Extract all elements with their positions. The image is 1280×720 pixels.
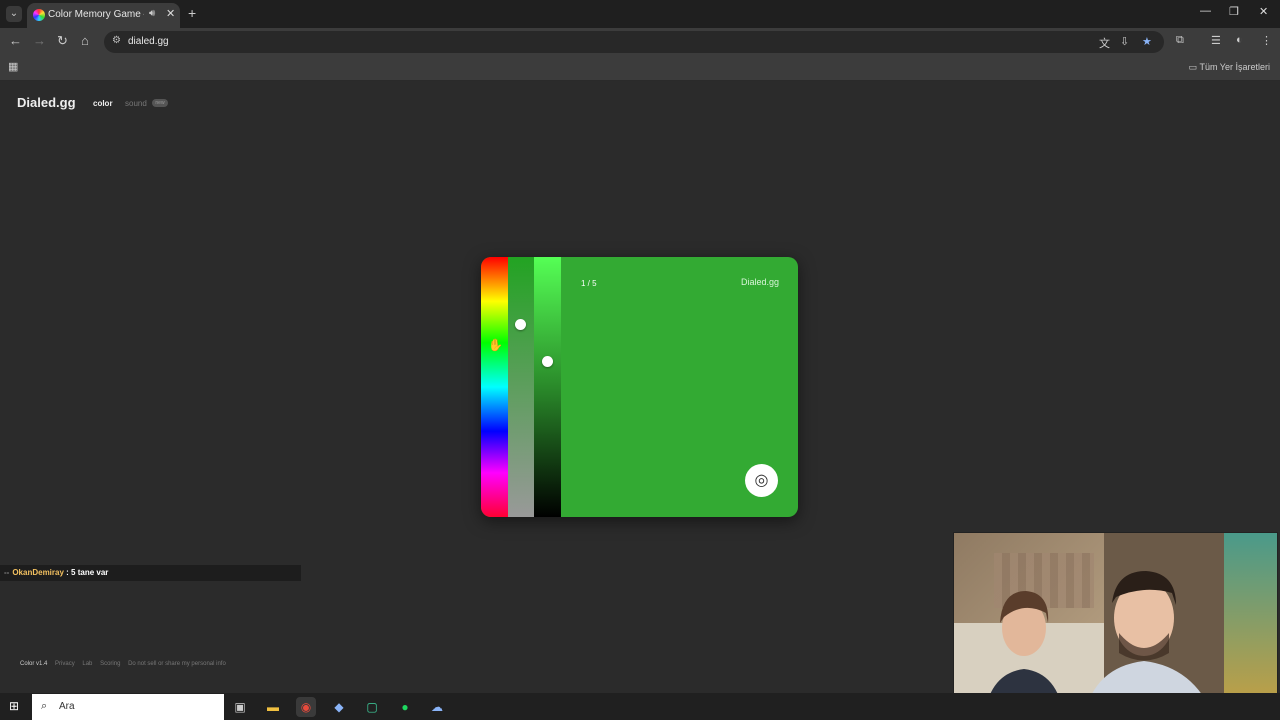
bookmark-star-icon[interactable]: ★ xyxy=(1142,35,1152,48)
search-icon: ⌕ xyxy=(41,700,48,712)
favicon-icon xyxy=(33,9,45,21)
address-bar[interactable]: ⚙ dialed.gg 文 ⇩ ★ xyxy=(104,31,1164,53)
round-counter: 1 / 5 xyxy=(581,279,597,288)
card-brand: Dialed.gg xyxy=(740,277,779,287)
extensions-icon[interactable]: ⧉ xyxy=(1176,34,1184,47)
apps-grid-icon[interactable]: ▦ xyxy=(8,60,18,73)
browser-tab-bar: ⌄ Color Memory Game — Ho 🔊︎ ✕ + — ❐ ✕ xyxy=(0,0,1280,28)
site-logo[interactable]: Dialed.gg xyxy=(17,95,76,110)
forward-icon[interactable]: → xyxy=(33,33,46,48)
new-tab-icon[interactable]: + xyxy=(188,5,196,21)
taskbar-search-placeholder: Ara xyxy=(59,701,75,712)
restore-icon[interactable]: ❐ xyxy=(1229,5,1239,18)
media-icon[interactable]: ☰ xyxy=(1211,34,1221,47)
app-icon[interactable]: ◆ xyxy=(329,697,349,717)
saturation-slider[interactable] xyxy=(508,257,534,517)
all-bookmarks-button[interactable]: ▭ Tüm Yer İşaretleri xyxy=(1189,62,1270,73)
footer: Color v1.4 Privacy Lab Scoring Do not se… xyxy=(20,661,232,667)
translate-icon[interactable]: 文 xyxy=(1099,35,1110,51)
windows-taskbar: ⊞ ⌕ Ara ▣ ▬ ◉ ◆ ▢ ● ☁ xyxy=(0,693,1280,720)
submit-button[interactable]: ◎ xyxy=(745,464,778,497)
chat-username: OkanDemiray xyxy=(12,568,64,577)
spotify-icon[interactable]: ● xyxy=(395,697,415,717)
folder-icon: ▭ xyxy=(1188,62,1198,72)
task-view-icon[interactable]: ▣ xyxy=(230,697,250,717)
close-tab-icon[interactable]: ✕ xyxy=(166,7,175,20)
all-bookmarks-label: Tüm Yer İşaretleri xyxy=(1199,62,1270,72)
saturation-handle[interactable] xyxy=(515,319,526,330)
tab-search-icon[interactable]: ⌄ xyxy=(6,6,22,22)
install-icon[interactable]: ⇩ xyxy=(1120,35,1129,48)
tab-title: Color Memory Game — Ho xyxy=(48,9,144,20)
speaker-icon[interactable]: 🔊︎ xyxy=(149,8,155,19)
chat-text: : 5 tane var xyxy=(66,568,109,577)
chat-message: -- OkanDemiray : 5 tane var xyxy=(0,565,301,581)
back-icon[interactable]: ← xyxy=(9,33,22,48)
nav-sound-link[interactable]: sound xyxy=(125,99,147,108)
footer-link-scoring[interactable]: Scoring xyxy=(100,661,120,667)
file-explorer-icon[interactable]: ▬ xyxy=(263,697,283,717)
windows-start-icon[interactable]: ⊞ xyxy=(9,699,19,713)
footer-link-lab[interactable]: Lab xyxy=(82,661,92,667)
steam-icon[interactable]: ☁ xyxy=(427,697,447,717)
nav-color-link[interactable]: color xyxy=(93,99,113,108)
url-text: dialed.gg xyxy=(128,36,169,47)
reload-icon[interactable]: ↻ xyxy=(57,33,68,49)
color-game-card: ✋ 1 / 5 Dialed.gg ◎ xyxy=(481,257,798,517)
lightness-handle[interactable] xyxy=(542,356,553,367)
browser-tab[interactable]: Color Memory Game — Ho 🔊︎ ✕ xyxy=(27,3,180,28)
bookmarks-bar: ▦ ▭ Tüm Yer İşaretleri xyxy=(0,56,1280,81)
site-info-icon[interactable]: ⚙ xyxy=(112,35,121,46)
footer-link-privacy-optout[interactable]: Do not sell or share my personal info xyxy=(128,661,226,667)
grab-cursor-icon: ✋ xyxy=(488,338,503,352)
close-window-icon[interactable]: ✕ xyxy=(1259,5,1268,18)
menu-icon[interactable]: ⋮ xyxy=(1261,34,1272,47)
footer-link-privacy[interactable]: Privacy xyxy=(55,661,75,667)
lightness-slider[interactable] xyxy=(534,257,561,517)
hue-slider[interactable] xyxy=(481,257,508,517)
target-icon: ◎ xyxy=(754,472,769,489)
taskbar-search-input[interactable]: ⌕ Ara xyxy=(32,694,224,720)
webcam-overlay xyxy=(953,532,1278,718)
browser-toolbar: ← → ↻ ⌂ ⚙ dialed.gg 文 ⇩ ★ ⧉ ☰ ◐ ⋮ xyxy=(0,28,1280,56)
home-icon[interactable]: ⌂ xyxy=(81,33,89,48)
profile-icon[interactable]: ◐ xyxy=(1236,34,1243,46)
new-badge: new xyxy=(152,99,168,107)
app-icon-green[interactable]: ▢ xyxy=(362,697,382,717)
minimize-icon[interactable]: — xyxy=(1200,5,1211,17)
version-label: Color v1.4 xyxy=(20,661,48,667)
chrome-icon[interactable]: ◉ xyxy=(296,697,316,717)
